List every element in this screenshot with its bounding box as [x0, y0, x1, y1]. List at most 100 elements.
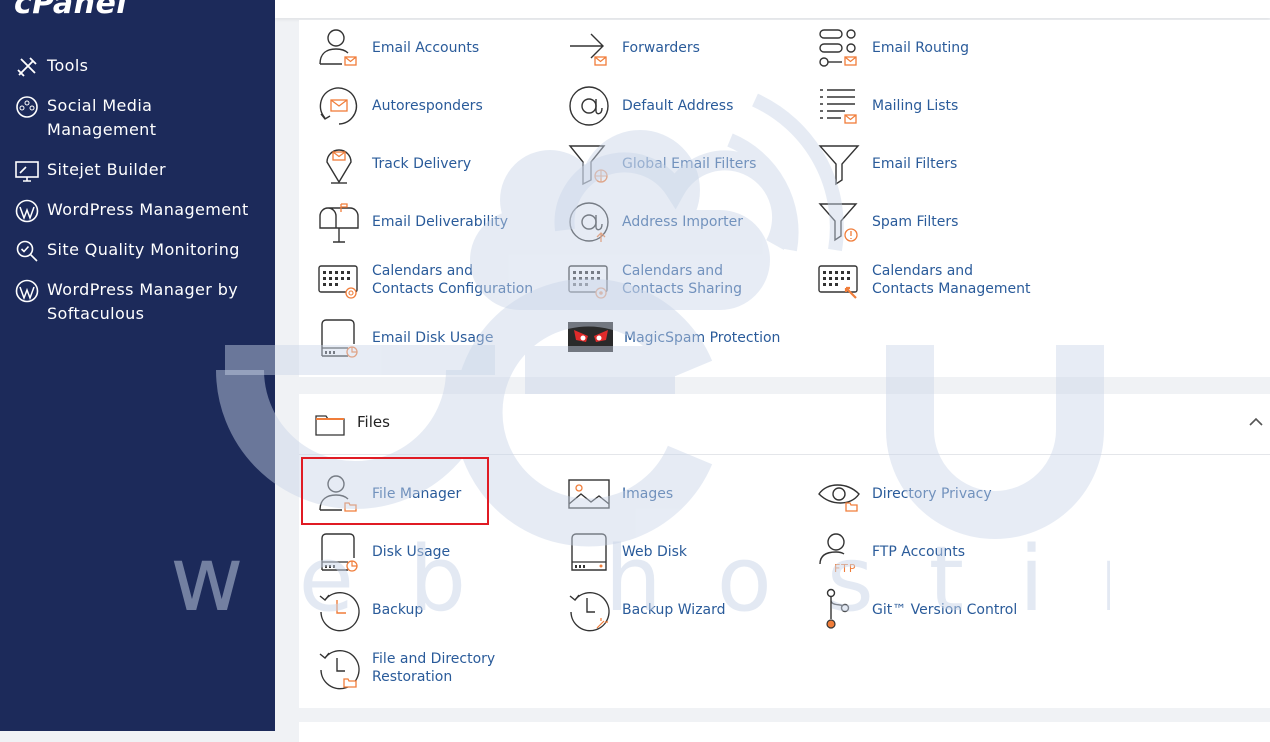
tool-default-address[interactable]: Default Address [567, 84, 733, 128]
tool-email-routing[interactable]: Email Routing [817, 26, 969, 70]
autoresponder-icon [319, 87, 358, 125]
tool-label: MagicSpam Protection [624, 330, 781, 346]
tool-label: Email Deliverability [372, 214, 509, 230]
sidebar-item-wp-softaculous[interactable]: WordPress Manager by Softaculous [14, 278, 264, 326]
tool-label: Email Filters [872, 156, 958, 172]
backup-wizard-icon [569, 591, 610, 632]
tool-label: Email Routing [872, 40, 969, 56]
tool-ftp-accounts[interactable]: FTP FTP Accounts [817, 530, 965, 574]
tool-disk-usage[interactable]: Disk Usage [317, 530, 450, 574]
sidebar-item-wordpress[interactable]: WordPress Management [14, 198, 264, 224]
tool-label: Email Disk Usage [372, 330, 494, 346]
tool-label: Default Address [622, 98, 734, 114]
user-folder-icon [319, 475, 357, 512]
tool-label: Address Importer [622, 214, 744, 230]
calendar-pen-icon [818, 265, 858, 299]
sidebar-item-label: Site Quality Monitoring [47, 240, 240, 259]
eye-folder-icon [818, 484, 860, 512]
tool-calendars-config[interactable]: Calendars and Contacts Configuration [317, 258, 537, 302]
tool-label: Autoresponders [372, 98, 483, 114]
funnel-icon [818, 145, 860, 186]
sidebar: cPanel Tools Social Media Management Sit… [0, 0, 275, 731]
magicspam-icon [568, 322, 613, 352]
spam-filter-icon [818, 203, 858, 242]
tool-track-delivery[interactable]: Track Delivery [317, 142, 471, 186]
tool-forwarders[interactable]: Forwarders [567, 26, 700, 70]
tool-label: Email Accounts [372, 40, 480, 56]
tool-email-filters[interactable]: Email Filters [817, 142, 957, 186]
tool-label: File and Directory Restoration [372, 651, 496, 685]
sidebar-item-sitejet[interactable]: Sitejet Builder [14, 158, 264, 184]
tool-email-accounts[interactable]: Email Accounts [317, 26, 479, 70]
magnifier-check-icon [16, 240, 38, 262]
tool-email-deliverability[interactable]: Email Deliverability [317, 200, 508, 244]
restore-icon [319, 649, 360, 690]
tool-label: Forwarders [622, 40, 700, 56]
tool-label: Track Delivery [372, 156, 472, 172]
tool-magicspam[interactable]: MagicSpam Protection [567, 316, 780, 360]
tool-file-restoration[interactable]: File and Directory Restoration [317, 646, 512, 690]
git-branch-icon [826, 588, 850, 629]
files-panel: Files File Manager Images Directory Priv… [299, 394, 1270, 708]
ftp-user-icon: FTP [819, 533, 857, 574]
tool-calendars-sharing[interactable]: Calendars and Contacts Sharing [567, 258, 787, 302]
tool-spam-filters[interactable]: Spam Filters [817, 200, 958, 244]
main-content: Email Accounts Forwarders Email Routing … [275, 0, 1270, 742]
tool-label: File Manager [372, 486, 462, 502]
tool-label: Web Disk [622, 544, 688, 560]
user-mail-icon [319, 29, 357, 66]
drive-icon [571, 533, 607, 571]
globe-filter-icon [568, 145, 608, 186]
next-panel [299, 722, 1270, 742]
tool-label: Backup [372, 602, 424, 618]
disk-usage-icon [321, 319, 358, 358]
email-panel: Email Accounts Forwarders Email Routing … [299, 20, 1270, 377]
wordpress-icon [15, 279, 39, 303]
tool-file-manager[interactable]: File Manager [317, 472, 461, 516]
tool-address-importer[interactable]: Address Importer [567, 200, 743, 244]
sidebar-item-site-quality[interactable]: Site Quality Monitoring [14, 238, 264, 264]
sidebar-item-social-media[interactable]: Social Media Management [14, 94, 264, 142]
tool-mailing-lists[interactable]: Mailing Lists [817, 84, 958, 128]
sidebar-item-label: Social Media Management [47, 96, 157, 139]
tool-label: Images [622, 486, 674, 502]
sidebar-item-tools[interactable]: Tools [14, 54, 264, 80]
tool-label: Disk Usage [372, 544, 451, 560]
tool-calendars-management[interactable]: Calendars and Contacts Management [817, 258, 1037, 302]
tools-icon [17, 57, 37, 77]
tool-label: Mailing Lists [872, 98, 959, 114]
monitor-icon [15, 161, 39, 182]
tool-label: FTP Accounts [872, 544, 966, 560]
tool-label: Directory Privacy [872, 486, 992, 502]
tool-backup[interactable]: Backup [317, 588, 423, 632]
image-icon [568, 479, 610, 509]
tool-directory-privacy[interactable]: Directory Privacy [817, 472, 992, 516]
social-media-icon [16, 96, 38, 118]
tool-email-disk-usage[interactable]: Email Disk Usage [317, 316, 493, 360]
tool-label: Global Email Filters [622, 156, 757, 172]
tool-git-version-control[interactable]: Git™ Version Control [817, 588, 1017, 632]
calendar-gear-icon [568, 265, 608, 299]
disk-usage-icon [321, 533, 358, 572]
tool-label: Calendars and Contacts Configuration [372, 263, 534, 297]
svg-text:FTP: FTP [834, 562, 857, 574]
tool-backup-wizard[interactable]: Backup Wizard [567, 588, 726, 632]
tool-label: Calendars and Contacts Sharing [622, 263, 742, 297]
calendar-at-icon [318, 265, 358, 299]
sidebar-item-label: WordPress Management [47, 200, 249, 219]
tool-autoresponders[interactable]: Autoresponders [317, 84, 483, 128]
cpanel-logo[interactable]: cPanel [14, 0, 127, 21]
at-sign-icon [569, 86, 609, 126]
tool-label: Spam Filters [872, 214, 959, 230]
sidebar-item-label: Tools [47, 56, 89, 75]
tool-images[interactable]: Images [567, 472, 673, 516]
tool-global-email-filters[interactable]: Global Email Filters [567, 142, 756, 186]
files-section-header[interactable]: Files [299, 394, 1270, 455]
chevron-up-icon[interactable] [1248, 416, 1264, 428]
section-title: Files [357, 413, 390, 431]
wordpress-icon [15, 199, 39, 223]
tool-web-disk[interactable]: Web Disk [567, 530, 687, 574]
backup-clock-icon [319, 591, 360, 632]
tool-label: Git™ Version Control [872, 602, 1018, 618]
sidebar-item-label: Sitejet Builder [47, 160, 166, 179]
